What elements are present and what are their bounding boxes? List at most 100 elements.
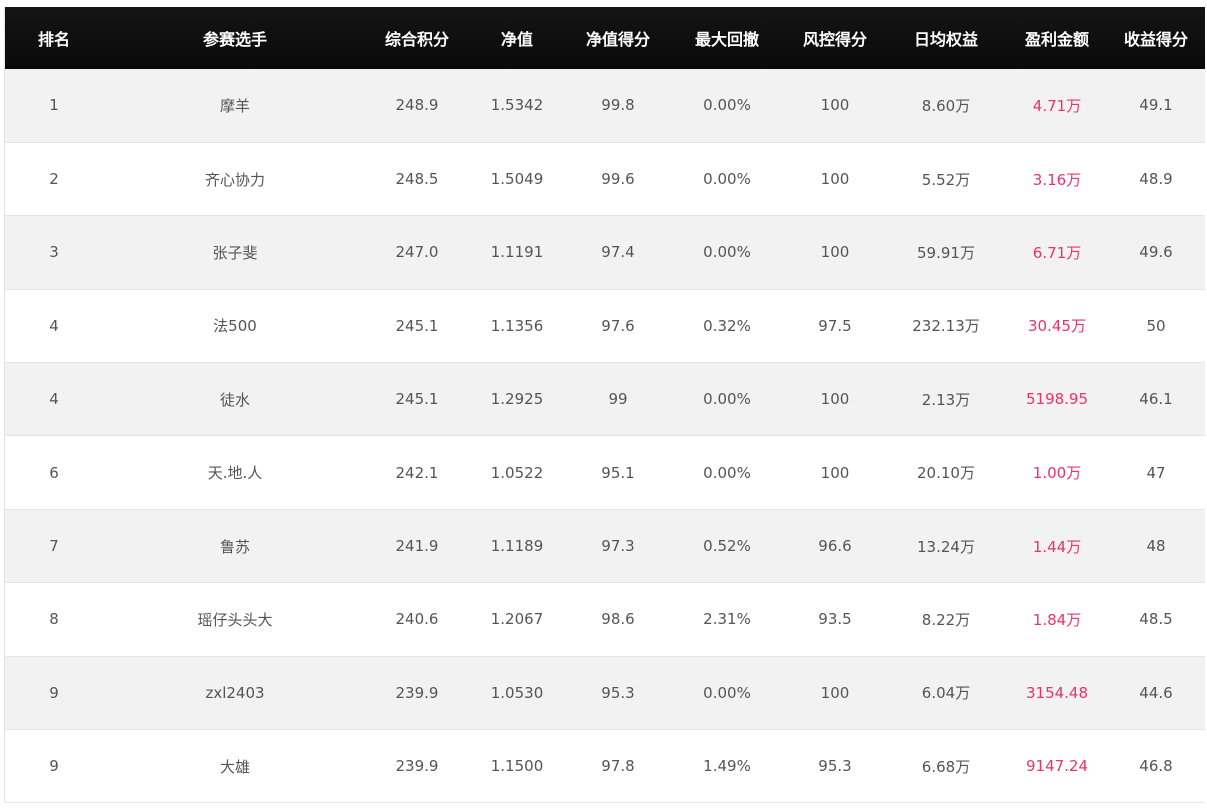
cell-net-value-score: 97.8 — [567, 729, 669, 804]
cell-max-drawdown: 0.52% — [669, 509, 785, 584]
header-return-score[interactable]: 收益得分 — [1107, 7, 1205, 69]
cell-net-value-score: 97.6 — [567, 289, 669, 364]
cell-rank: 8 — [5, 582, 103, 657]
cell-risk-score: 100 — [785, 215, 885, 290]
cell-daily-equity: 8.22万 — [885, 582, 1007, 657]
header-rank[interactable]: 排名 — [5, 7, 103, 69]
cell-daily-equity: 2.13万 — [885, 362, 1007, 437]
cell-net-value: 1.5342 — [467, 69, 567, 143]
cell-total-score: 242.1 — [367, 435, 467, 510]
cell-return-score: 47 — [1107, 435, 1205, 510]
cell-daily-equity: 13.24万 — [885, 509, 1007, 584]
cell-player: 张子斐 — [103, 215, 367, 290]
header-net-value[interactable]: 净值 — [467, 7, 567, 69]
header-daily-equity[interactable]: 日均权益 — [885, 7, 1007, 69]
table-row[interactable]: 3 张子斐 247.0 1.1191 97.4 0.00% 100 59.91万… — [5, 215, 1205, 290]
cell-profit-amount: 6.71万 — [1007, 215, 1107, 290]
cell-daily-equity: 6.68万 — [885, 729, 1007, 804]
cell-profit-amount: 5198.95 — [1007, 362, 1107, 437]
cell-max-drawdown: 0.00% — [669, 362, 785, 437]
cell-risk-score: 93.5 — [785, 582, 885, 657]
cell-total-score: 239.9 — [367, 656, 467, 731]
cell-total-score: 248.9 — [367, 69, 467, 143]
cell-net-value: 1.0530 — [467, 656, 567, 731]
cell-return-score: 46.8 — [1107, 729, 1205, 804]
header-profit-amount[interactable]: 盈利金额 — [1007, 7, 1107, 69]
header-player[interactable]: 参赛选手 — [103, 7, 367, 69]
cell-rank: 9 — [5, 656, 103, 731]
cell-player: zxl2403 — [103, 656, 367, 731]
header-max-drawdown[interactable]: 最大回撤 — [669, 7, 785, 69]
cell-player: 瑶仔头头大 — [103, 582, 367, 657]
cell-profit-amount: 1.00万 — [1007, 435, 1107, 510]
cell-net-value: 1.1356 — [467, 289, 567, 364]
ranking-table: 排名 参赛选手 综合积分 净值 净值得分 最大回撤 风控得分 日均权益 盈利金额… — [5, 7, 1205, 804]
cell-return-score: 48.9 — [1107, 142, 1205, 217]
cell-profit-amount: 1.44万 — [1007, 509, 1107, 584]
cell-risk-score: 95.3 — [785, 729, 885, 804]
cell-net-value-score: 97.4 — [567, 215, 669, 290]
table-row[interactable]: 9 大雄 239.9 1.1500 97.8 1.49% 95.3 6.68万 … — [5, 729, 1205, 804]
table-row[interactable]: 8 瑶仔头头大 240.6 1.2067 98.6 2.31% 93.5 8.2… — [5, 582, 1205, 657]
cell-return-score: 48.5 — [1107, 582, 1205, 657]
cell-player: 齐心协力 — [103, 142, 367, 217]
cell-profit-amount: 3.16万 — [1007, 142, 1107, 217]
cell-max-drawdown: 0.00% — [669, 656, 785, 731]
cell-profit-amount: 9147.24 — [1007, 729, 1107, 804]
cell-risk-score: 100 — [785, 142, 885, 217]
header-total-score[interactable]: 综合积分 — [367, 7, 467, 69]
cell-daily-equity: 6.04万 — [885, 656, 1007, 731]
cell-player: 大雄 — [103, 729, 367, 804]
cell-rank: 2 — [5, 142, 103, 217]
cell-risk-score: 100 — [785, 69, 885, 143]
cell-return-score: 46.1 — [1107, 362, 1205, 437]
cell-total-score: 247.0 — [367, 215, 467, 290]
cell-return-score: 49.1 — [1107, 69, 1205, 143]
cell-player: 鲁苏 — [103, 509, 367, 584]
cell-rank: 3 — [5, 215, 103, 290]
cell-player: 摩羊 — [103, 69, 367, 143]
cell-max-drawdown: 0.00% — [669, 435, 785, 510]
cell-return-score: 48 — [1107, 509, 1205, 584]
cell-rank: 4 — [5, 289, 103, 364]
cell-net-value-score: 95.3 — [567, 656, 669, 731]
table-row[interactable]: 7 鲁苏 241.9 1.1189 97.3 0.52% 96.6 13.24万… — [5, 509, 1205, 584]
cell-rank: 7 — [5, 509, 103, 584]
header-row: 排名 参赛选手 综合积分 净值 净值得分 最大回撤 风控得分 日均权益 盈利金额… — [5, 7, 1205, 69]
cell-daily-equity: 232.13万 — [885, 289, 1007, 364]
table-header: 排名 参赛选手 综合积分 净值 净值得分 最大回撤 风控得分 日均权益 盈利金额… — [5, 7, 1205, 69]
table-row[interactable]: 6 天.地.人 242.1 1.0522 95.1 0.00% 100 20.1… — [5, 435, 1205, 510]
cell-max-drawdown: 1.49% — [669, 729, 785, 804]
cell-net-value-score: 98.6 — [567, 582, 669, 657]
cell-player: 天.地.人 — [103, 435, 367, 510]
cell-rank: 4 — [5, 362, 103, 437]
cell-net-value: 1.5049 — [467, 142, 567, 217]
cell-player: 法500 — [103, 289, 367, 364]
cell-net-value-score: 97.3 — [567, 509, 669, 584]
header-risk-score[interactable]: 风控得分 — [785, 7, 885, 69]
table-body: 1 摩羊 248.9 1.5342 99.8 0.00% 100 8.60万 4… — [5, 69, 1205, 804]
cell-risk-score: 97.5 — [785, 289, 885, 364]
ranking-table-container: 排名 参赛选手 综合积分 净值 净值得分 最大回撤 风控得分 日均权益 盈利金额… — [4, 7, 1205, 804]
cell-total-score: 245.1 — [367, 362, 467, 437]
cell-net-value: 1.1500 — [467, 729, 567, 804]
cell-net-value-score: 99.8 — [567, 69, 669, 143]
cell-total-score: 240.6 — [367, 582, 467, 657]
table-row[interactable]: 1 摩羊 248.9 1.5342 99.8 0.00% 100 8.60万 4… — [5, 69, 1205, 143]
table-row[interactable]: 4 徒水 245.1 1.2925 99 0.00% 100 2.13万 519… — [5, 362, 1205, 437]
cell-max-drawdown: 2.31% — [669, 582, 785, 657]
table-row[interactable]: 2 齐心协力 248.5 1.5049 99.6 0.00% 100 5.52万… — [5, 142, 1205, 217]
cell-rank: 9 — [5, 729, 103, 804]
cell-max-drawdown: 0.00% — [669, 215, 785, 290]
cell-total-score: 241.9 — [367, 509, 467, 584]
cell-rank: 6 — [5, 435, 103, 510]
cell-profit-amount: 30.45万 — [1007, 289, 1107, 364]
cell-risk-score: 96.6 — [785, 509, 885, 584]
cell-rank: 1 — [5, 69, 103, 143]
cell-player: 徒水 — [103, 362, 367, 437]
cell-total-score: 245.1 — [367, 289, 467, 364]
header-net-value-score[interactable]: 净值得分 — [567, 7, 669, 69]
table-row[interactable]: 4 法500 245.1 1.1356 97.6 0.32% 97.5 232.… — [5, 289, 1205, 364]
table-row[interactable]: 9 zxl2403 239.9 1.0530 95.3 0.00% 100 6.… — [5, 656, 1205, 731]
cell-total-score: 248.5 — [367, 142, 467, 217]
